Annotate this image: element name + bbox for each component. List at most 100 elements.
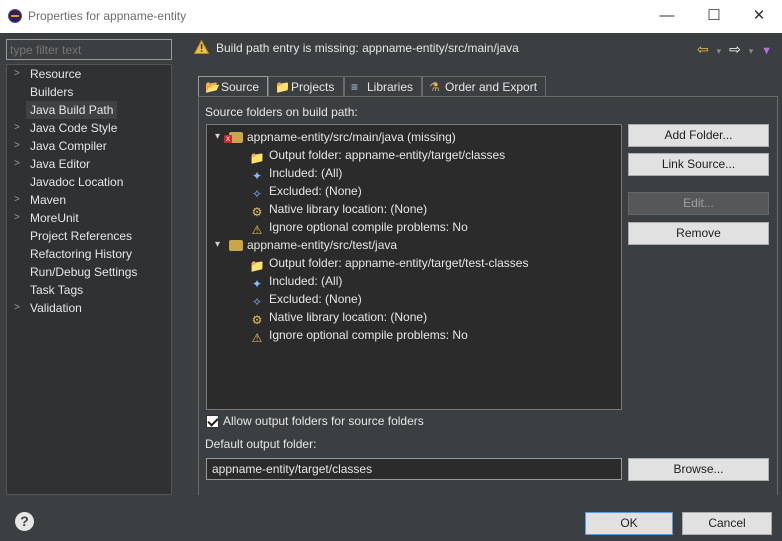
sidebar-item-run-debug-settings[interactable]: Run/Debug Settings <box>7 263 171 281</box>
expand-arrow-icon[interactable]: > <box>14 209 24 227</box>
tree-row-excluded[interactable]: ✧ Excluded: (None) <box>249 290 362 309</box>
ok-button[interactable]: OK <box>585 512 673 535</box>
sidebar-item-validation[interactable]: > Validation <box>7 299 171 317</box>
sidebar-item-label: Java Editor <box>30 157 91 171</box>
collapse-arrow-icon[interactable]: ▾ <box>215 128 220 146</box>
projects-icon: 📁 <box>275 80 290 94</box>
tab-libraries[interactable]: ≡ Libraries <box>344 76 422 97</box>
warning-icon <box>194 40 209 54</box>
window-title: Properties for appname-entity <box>28 9 187 23</box>
tree-row-test-java[interactable]: ▾ appname-entity/src/test/java <box>215 236 397 254</box>
included-icon: ✦ <box>251 277 263 291</box>
sidebar-item-label: Resource <box>30 67 82 81</box>
sidebar-item-java-build-path[interactable]: Java Build Path <box>7 101 171 119</box>
sidebar-item-maven[interactable]: > Maven <box>7 191 171 209</box>
help-icon[interactable]: ? <box>15 512 34 531</box>
tree-row-output-folder[interactable]: 📁 Output folder: appname-entity/target/cl… <box>249 146 506 165</box>
edit-button[interactable]: Edit... <box>628 192 769 215</box>
expand-arrow-icon[interactable]: > <box>14 119 24 137</box>
expand-arrow-icon[interactable]: > <box>14 65 24 83</box>
collapse-arrow-icon[interactable]: ▾ <box>215 236 220 254</box>
output-folder-icon: 📁 <box>249 259 265 273</box>
sidebar-item-project-references[interactable]: Project References <box>7 227 171 245</box>
eclipse-icon <box>8 9 22 23</box>
allow-output-folders-checkbox[interactable] <box>206 415 219 428</box>
sidebar-item-label: Task Tags <box>30 283 84 297</box>
default-output-folder-field[interactable] <box>206 458 622 480</box>
filter-field[interactable] <box>6 39 172 60</box>
link-source-button[interactable]: Link Source... <box>628 153 769 176</box>
ignore-problems-icon: ⚠ <box>251 331 263 345</box>
tree-row-native-library[interactable]: ⚙ Native library location: (None) <box>249 200 427 219</box>
expand-arrow-icon[interactable]: > <box>14 299 24 317</box>
source-tab-panel: Source folders on build path: ▾ appname-… <box>198 96 778 501</box>
sidebar-item-label: Javadoc Location <box>30 175 124 189</box>
sidebar-item-moreunit[interactable]: > MoreUnit <box>7 209 171 227</box>
navigation-toolbar: ⇦ ▾ ⇨ ▾ ▼ <box>693 41 772 58</box>
tab-projects[interactable]: 📁Projects <box>268 76 344 97</box>
sidebar-item-label: Maven <box>30 193 67 207</box>
tree-row-native-library[interactable]: ⚙ Native library location: (None) <box>249 308 427 327</box>
remove-button[interactable]: Remove <box>628 222 769 245</box>
tree-row-ignore-problems[interactable]: ⚠ Ignore optional compile problems: No <box>249 326 468 345</box>
order-export-icon: ⚗ <box>429 80 440 94</box>
forward-dropdown-icon[interactable]: ▾ <box>749 46 754 57</box>
sidebar-item-label: MoreUnit <box>30 211 79 225</box>
title-bar: Properties for appname-entity — ☐ ✕ <box>0 0 782 33</box>
allow-output-folders-label: Allow output folders for source folders <box>223 414 424 428</box>
view-menu-icon[interactable]: ▼ <box>761 45 772 57</box>
properties-tree: > Resource Builders Java Build Path > Ja… <box>6 64 172 495</box>
sidebar-item-builders[interactable]: Builders <box>7 83 171 101</box>
excluded-icon: ✧ <box>251 295 263 309</box>
sidebar-item-label: Validation <box>30 301 82 315</box>
close-button[interactable]: ✕ <box>736 0 782 33</box>
excluded-icon: ✧ <box>251 187 263 201</box>
add-folder-button[interactable]: Add Folder... <box>628 124 769 147</box>
minimize-button[interactable]: — <box>644 0 690 33</box>
sidebar-item-label: Run/Debug Settings <box>30 265 138 279</box>
tree-row-output-folder[interactable]: 📁 Output folder: appname-entity/target/te… <box>249 254 529 273</box>
source-folder-icon <box>229 240 243 251</box>
build-path-page: 📂Source 📁Projects ≡ Libraries ⚗ Order and … <box>186 63 782 501</box>
maximize-button[interactable]: ☐ <box>691 0 737 33</box>
source-folder-error-icon <box>224 132 243 143</box>
sidebar-item-resource[interactable]: > Resource <box>7 65 171 83</box>
sidebar-item-label: Java Build Path <box>26 101 118 119</box>
sidebar-item-refactoring-history[interactable]: Refactoring History <box>7 245 171 263</box>
forward-arrow-icon[interactable]: ⇨ <box>729 41 741 58</box>
expand-arrow-icon[interactable]: > <box>14 155 24 173</box>
output-folder-icon: 📁 <box>249 151 265 165</box>
sidebar-item-java-compiler[interactable]: > Java Compiler <box>7 137 171 155</box>
tree-row-included[interactable]: ✦ Included: (All) <box>249 164 342 183</box>
sidebar-item-task-tags[interactable]: Task Tags <box>7 281 171 299</box>
browse-button[interactable]: Browse... <box>628 458 769 481</box>
default-output-folder-input[interactable] <box>207 459 621 479</box>
default-output-folder-label: Default output folder: <box>205 437 317 451</box>
tree-row-ignore-problems[interactable]: ⚠ Ignore optional compile problems: No <box>249 218 468 237</box>
filter-input[interactable] <box>7 40 171 59</box>
expand-arrow-icon[interactable]: > <box>14 137 24 155</box>
back-dropdown-icon[interactable]: ▾ <box>717 46 722 57</box>
expand-arrow-icon[interactable]: > <box>14 191 24 209</box>
tree-row-main-java[interactable]: ▾ appname-entity/src/main/java (missing) <box>215 128 456 146</box>
sidebar-item-label: Java Compiler <box>30 139 107 153</box>
status-message: Build path entry is missing: appname-ent… <box>216 41 519 55</box>
tab-source[interactable]: 📂Source <box>198 76 268 98</box>
sidebar-item-java-editor[interactable]: > Java Editor <box>7 155 171 173</box>
tab-order-and-export[interactable]: ⚗ Order and Export <box>422 76 546 97</box>
dialog-footer: ? OK Cancel <box>0 495 782 541</box>
page-header: Build path entry is missing: appname-ent… <box>186 33 782 63</box>
sidebar-item-label: Builders <box>30 85 74 99</box>
back-arrow-icon[interactable]: ⇦ <box>697 41 709 58</box>
sidebar-item-label: Refactoring History <box>30 247 133 261</box>
tree-row-included[interactable]: ✦ Included: (All) <box>249 272 342 291</box>
cancel-button[interactable]: Cancel <box>682 512 772 535</box>
sidebar-item-javadoc-location[interactable]: Javadoc Location <box>7 173 171 191</box>
source-folder-icon: 📂 <box>205 80 220 94</box>
source-folders-tree[interactable]: ▾ appname-entity/src/main/java (missing)… <box>206 124 622 410</box>
native-library-icon: ⚙ <box>251 313 263 327</box>
tree-row-excluded[interactable]: ✧ Excluded: (None) <box>249 182 362 201</box>
sidebar-item-java-code-style[interactable]: > Java Code Style <box>7 119 171 137</box>
libraries-icon: ≡ <box>351 80 359 94</box>
ignore-problems-icon: ⚠ <box>251 223 263 237</box>
